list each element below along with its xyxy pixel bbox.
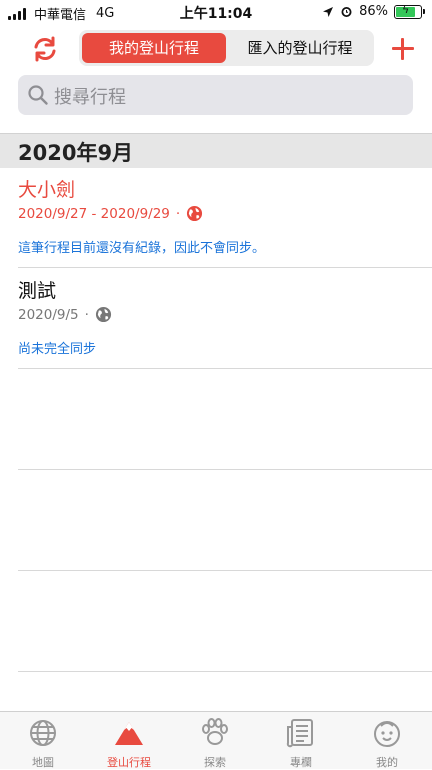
search-icon	[28, 85, 48, 105]
battery-percent: 86%	[359, 4, 388, 19]
trip-name: 大小劍	[18, 179, 76, 201]
trip-sync-note: 尚未完全同步	[18, 342, 97, 357]
empty-row	[18, 369, 432, 470]
empty-row	[18, 470, 432, 571]
news-icon	[286, 719, 313, 748]
trip-row[interactable]: 大小劍 2020/9/27 - 2020/9/29 · 這筆行程目前還沒有紀錄，…	[18, 167, 432, 268]
section-title: 2020年9月	[18, 141, 134, 165]
mountain-icon	[115, 722, 143, 745]
tab-columns[interactable]: 專欄	[258, 717, 344, 770]
trip-meta: 2020/9/27 - 2020/9/29 ·	[18, 205, 203, 222]
tab-map[interactable]: 地圖	[0, 717, 86, 770]
empty-row	[18, 571, 432, 672]
location-arrow-icon	[323, 6, 334, 17]
charging-bolt-icon: ϟ	[402, 2, 410, 16]
header-bar: 我的登山行程 匯入的登山行程	[0, 28, 432, 70]
search-field[interactable]: 搜尋行程	[18, 75, 413, 115]
trip-row[interactable]: 測試 2020/9/5 · 尚未完全同步	[18, 268, 432, 369]
segment-imported-trips[interactable]: 匯入的登山行程	[229, 33, 371, 63]
trip-name: 測試	[18, 280, 57, 302]
paw-icon	[202, 718, 228, 745]
globe-icon	[187, 205, 203, 222]
section-header: 2020年9月	[0, 133, 432, 168]
battery-icon: ϟ	[394, 2, 425, 19]
tab-trips[interactable]: 登山行程	[86, 717, 172, 770]
tab-profile[interactable]: 我的	[344, 717, 430, 770]
trip-sync-note: 這筆行程目前還沒有紀錄，因此不會同步。	[18, 241, 266, 256]
trip-list: 大小劍 2020/9/27 - 2020/9/29 · 這筆行程目前還沒有紀錄，…	[0, 167, 432, 672]
trip-meta: 2020/9/5 ·	[18, 306, 112, 323]
refresh-icon[interactable]	[30, 34, 60, 64]
meta-separator: ·	[84, 306, 89, 323]
status-bar: 中華電信 4G 上午11:04 86% ϟ	[0, 0, 432, 24]
segment-my-trips[interactable]: 我的登山行程	[82, 33, 226, 63]
tab-explore[interactable]: 探索	[172, 717, 258, 770]
globe-icon	[30, 720, 56, 746]
globe-icon	[95, 306, 111, 323]
search-placeholder: 搜尋行程	[54, 87, 126, 108]
trip-dates: 2020/9/27 - 2020/9/29	[18, 205, 170, 222]
tab-bar: 地圖 登山行程 探索 專欄 我的	[0, 711, 432, 769]
trip-dates: 2020/9/5	[18, 306, 79, 323]
meta-separator: ·	[175, 205, 181, 222]
add-trip-button[interactable]	[390, 36, 416, 62]
trip-segment-control: 我的登山行程 匯入的登山行程	[79, 30, 374, 66]
status-right: 86% ϟ	[322, 2, 425, 19]
alarm-icon	[341, 7, 352, 17]
face-icon	[374, 721, 400, 747]
